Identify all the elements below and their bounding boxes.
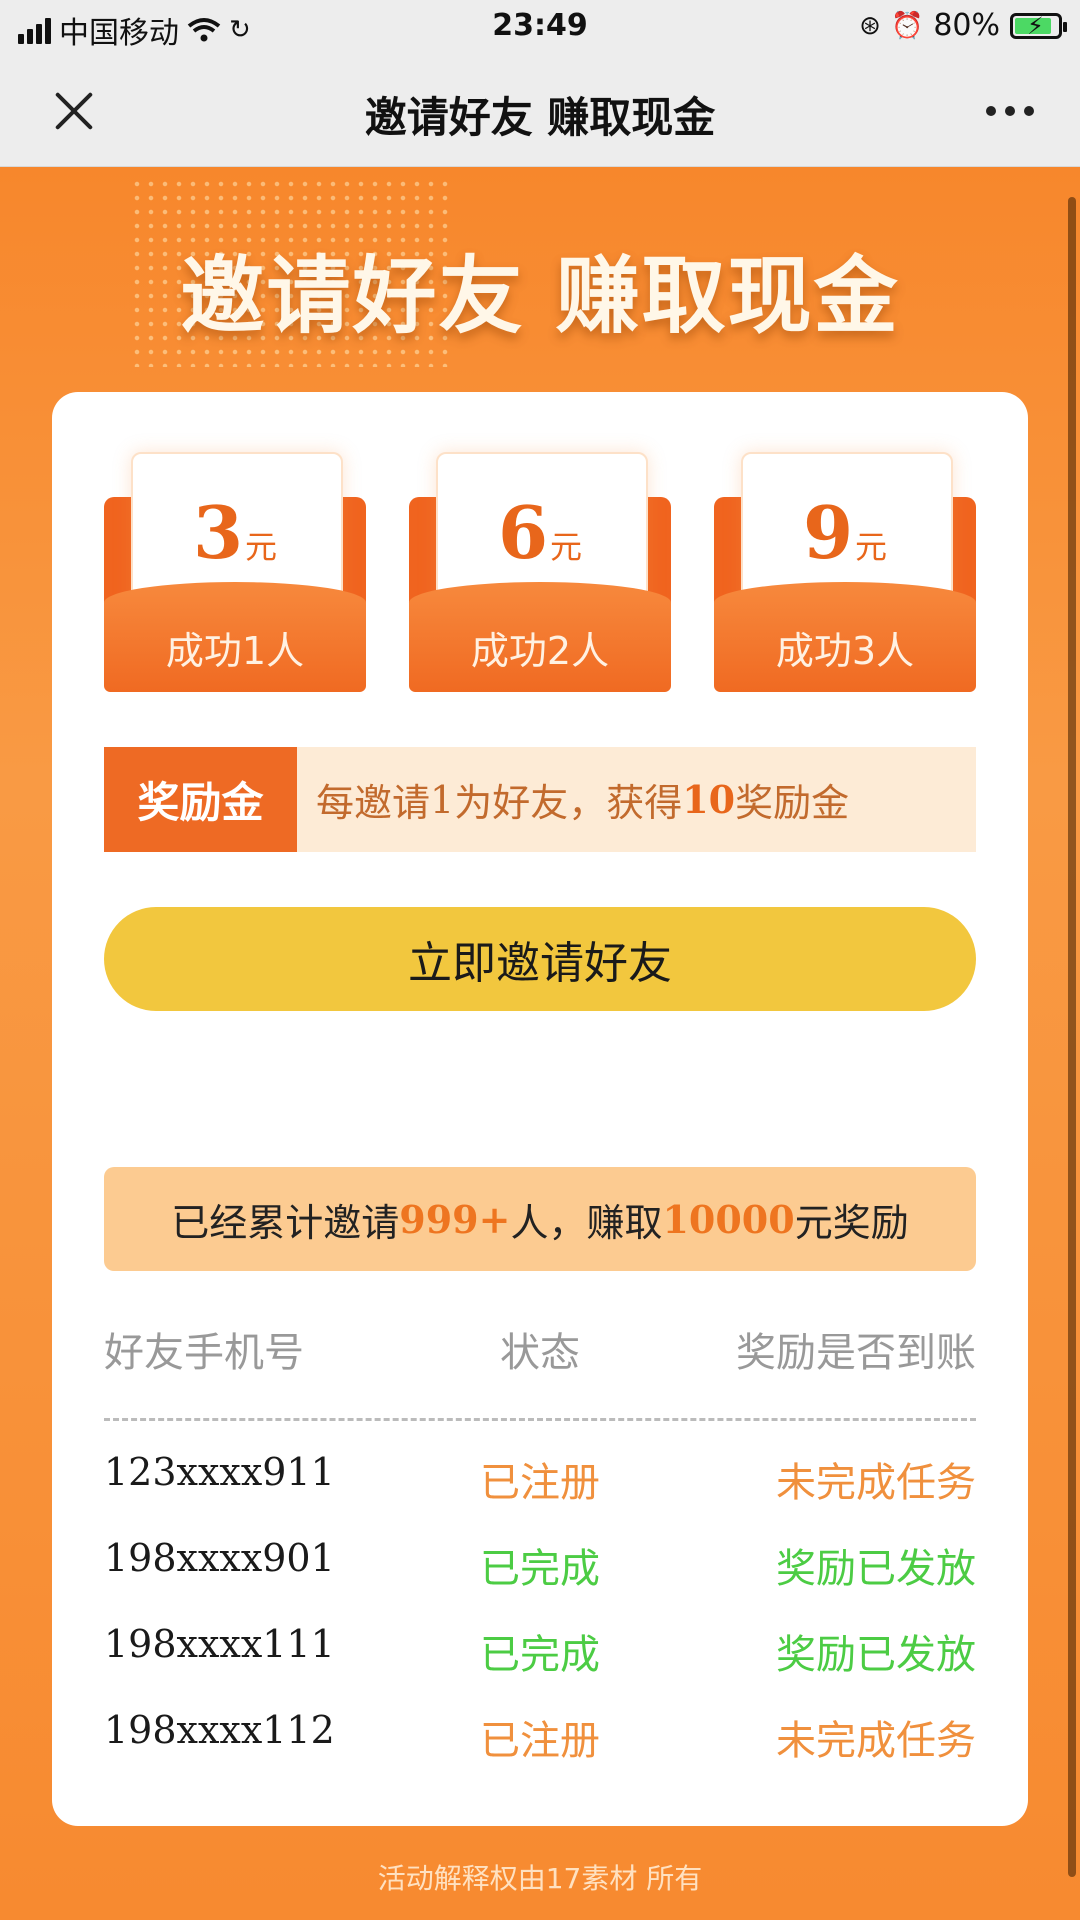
header-phone: 好友手机号	[104, 1330, 304, 1376]
summary-amount: 10000	[662, 1196, 795, 1242]
tier-label: 成功3人	[775, 629, 915, 673]
reward-card: 3元 成功1人 6元 成功2人 9元 成功3人 奖励金 每邀请 1 为好友，获得 10…	[52, 392, 1028, 1228]
battery-percent: 80%	[933, 8, 1000, 43]
tier-label: 成功1人	[165, 629, 305, 673]
tier-card-1: 3元 成功1人	[104, 452, 366, 692]
battery-icon: ⚡	[1010, 12, 1067, 40]
rotation-lock-icon: ⊛	[859, 10, 881, 41]
row-status: 已注册	[480, 1718, 600, 1764]
table-row: 198xxxx112 已注册 未完成任务	[104, 1708, 976, 1768]
nav-title: 邀请好友 赚取现金	[364, 93, 716, 142]
row-reward: 奖励已发放	[776, 1632, 976, 1678]
summary-count: 999+	[399, 1196, 511, 1242]
reward-info-bar: 奖励金 每邀请 1 为好友，获得 10 奖励金	[104, 747, 976, 852]
table-divider	[104, 1418, 976, 1421]
tier-amount: 6	[497, 490, 549, 575]
row-reward: 未完成任务	[776, 1460, 976, 1506]
summary-mid: 人，赚取	[510, 1200, 663, 1245]
row-phone: 198xxxx901	[104, 1536, 335, 1580]
status-right: ⊛ ⏰ 80% ⚡	[859, 8, 1067, 43]
reward-count: 1	[430, 777, 455, 822]
row-phone: 198xxxx112	[104, 1708, 335, 1752]
tier-unit: 元	[855, 528, 888, 566]
header-status: 状态	[500, 1330, 580, 1376]
tier-label: 成功2人	[470, 629, 610, 673]
page-content: 邀请好友 赚取现金 3元 成功1人 6元 成功2人 9元 成功3人 奖励金 每邀…	[0, 167, 1080, 1920]
footer-note: 活动解释权由17素材 所有	[377, 1862, 703, 1895]
tier-amount: 3	[192, 490, 244, 575]
row-phone: 198xxxx111	[104, 1622, 335, 1666]
reward-text-mid: 为好友，获得	[454, 781, 683, 825]
reward-text-suffix: 奖励金	[735, 781, 850, 825]
reward-description: 每邀请 1 为好友，获得 10 奖励金	[316, 747, 849, 852]
tier-amount: 9	[802, 490, 854, 575]
scrollbar[interactable]	[1068, 197, 1076, 1877]
nav-bar: 邀请好友 赚取现金	[0, 56, 1080, 167]
hero-title: 邀请好友 赚取现金	[180, 247, 900, 345]
row-status: 已完成	[480, 1632, 600, 1678]
row-status: 已完成	[480, 1546, 600, 1592]
invite-friends-button[interactable]: 立即邀请好友	[104, 907, 976, 1011]
tier-card-2: 6元 成功2人	[409, 452, 671, 692]
header-reward: 奖励是否到账	[736, 1330, 976, 1376]
invite-summary: 已经累计邀请 999+ 人，赚取 10000 元奖励	[104, 1167, 976, 1271]
table-header: 好友手机号 状态 奖励是否到账	[104, 1320, 976, 1380]
row-reward: 奖励已发放	[776, 1546, 976, 1592]
table-row: 198xxxx111 已完成 奖励已发放	[104, 1622, 976, 1682]
table-row: 123xxxx911 已注册 未完成任务	[104, 1450, 976, 1510]
row-phone: 123xxxx911	[104, 1450, 335, 1494]
tier-unit: 元	[550, 528, 583, 566]
summary-suffix: 元奖励	[794, 1200, 909, 1245]
summary-prefix: 已经累计邀请	[171, 1200, 400, 1245]
row-status: 已注册	[480, 1460, 600, 1506]
row-reward: 未完成任务	[776, 1718, 976, 1764]
reward-tag: 奖励金	[104, 747, 297, 852]
table-row: 198xxxx901 已完成 奖励已发放	[104, 1536, 976, 1596]
tier-card-3: 9元 成功3人	[714, 452, 976, 692]
reward-text-prefix: 每邀请	[316, 781, 431, 825]
status-bar: 中国移动 ↻ 23:49 ⊛ ⏰ 80% ⚡	[0, 0, 1080, 56]
alarm-icon: ⏰	[890, 10, 924, 41]
tier-unit: 元	[245, 528, 278, 566]
more-icon[interactable]	[986, 106, 1034, 116]
reward-amount: 10	[682, 777, 736, 822]
invite-record-card: 已经累计邀请 999+ 人，赚取 10000 元奖励 好友手机号 状态 奖励是否到账 1…	[52, 1115, 1028, 1826]
